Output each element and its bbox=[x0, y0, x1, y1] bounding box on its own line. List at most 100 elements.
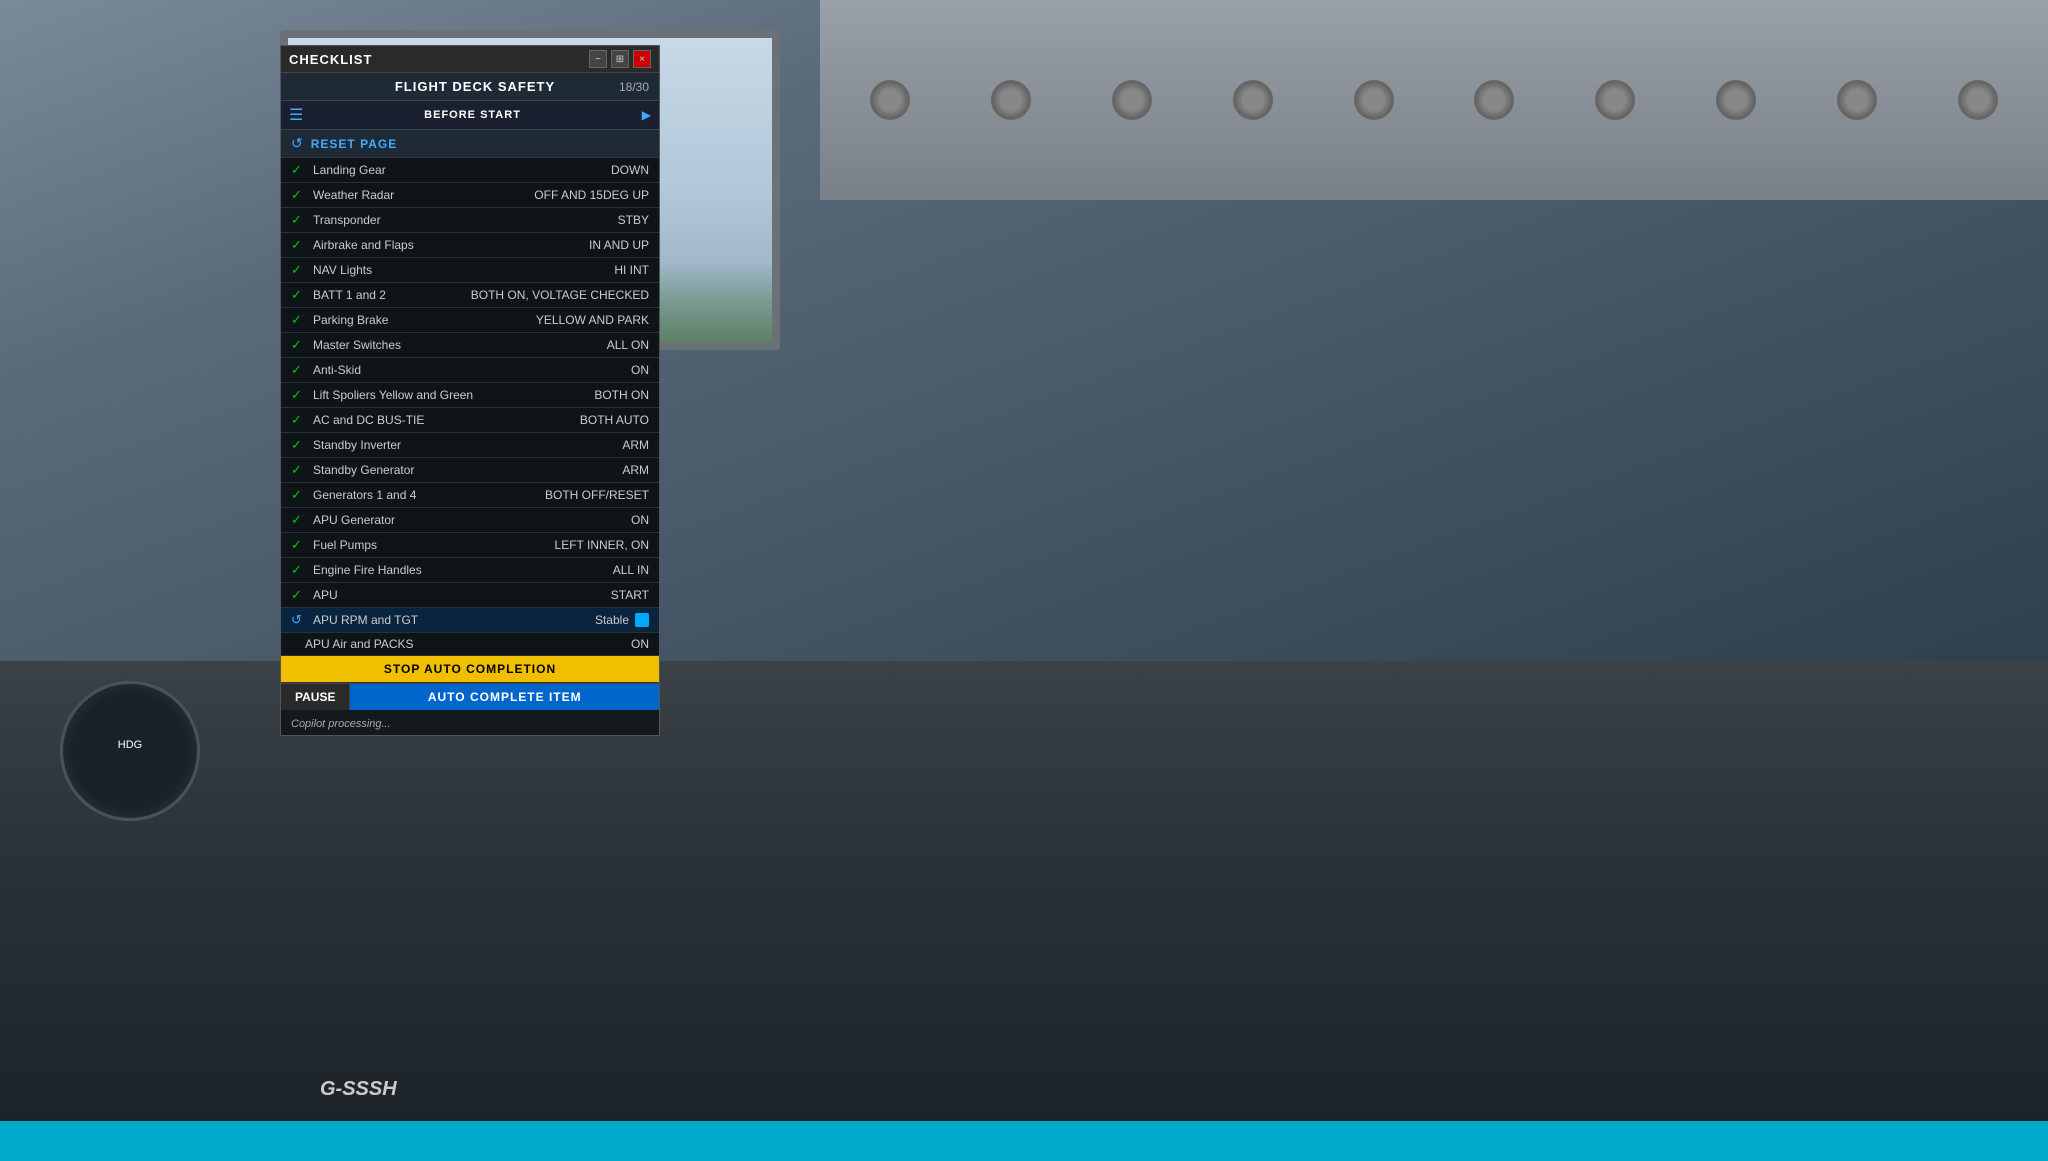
section-title: FLIGHT DECK SAFETY bbox=[395, 79, 555, 94]
item-name: Airbrake and Flaps bbox=[313, 238, 589, 252]
nav-next-icon[interactable]: ▶ bbox=[642, 108, 651, 122]
checklist-item[interactable]: ✓ Lift Spoliers Yellow and Green BOTH ON bbox=[281, 383, 659, 408]
item-value: IN AND UP bbox=[589, 238, 649, 252]
check-icon: ✓ bbox=[291, 362, 305, 378]
checklist-item[interactable]: ✓ Weather Radar OFF AND 15DEG UP bbox=[281, 183, 659, 208]
item-name: Anti-Skid bbox=[313, 363, 631, 377]
check-icon: ✓ bbox=[291, 162, 305, 178]
check-icon: ✓ bbox=[291, 187, 305, 203]
minimize-button[interactable]: − bbox=[589, 50, 607, 68]
check-icon: ✓ bbox=[291, 512, 305, 528]
checklist-item[interactable]: ✓ Master Switches ALL ON bbox=[281, 333, 659, 358]
gauge-hsi: HDG bbox=[60, 681, 200, 821]
item-value: HI INT bbox=[614, 263, 649, 277]
overhead-knob-5 bbox=[1354, 80, 1394, 120]
item-value: BOTH OFF/RESET bbox=[545, 488, 649, 502]
checklist-item[interactable]: ✓ Fuel Pumps LEFT INNER, ON bbox=[281, 533, 659, 558]
check-icon: ✓ bbox=[291, 537, 305, 553]
checklist-section-header: FLIGHT DECK SAFETY 18/30 bbox=[281, 73, 659, 101]
item-name: Standby Inverter bbox=[313, 438, 622, 452]
tail-number: G-SSSH bbox=[320, 1078, 397, 1101]
checklist-item[interactable]: ✓ Engine Fire Handles ALL IN bbox=[281, 558, 659, 583]
overhead-knob-8 bbox=[1716, 80, 1756, 120]
checklist-item[interactable]: ✓ NAV Lights HI INT bbox=[281, 258, 659, 283]
item-name: Landing Gear bbox=[313, 163, 611, 177]
active-indicator bbox=[635, 613, 649, 627]
checklist-item[interactable]: ✓ Airbrake and Flaps IN AND UP bbox=[281, 233, 659, 258]
item-value: ON bbox=[631, 637, 649, 651]
reset-page-row[interactable]: ↺ RESET PAGE bbox=[281, 130, 659, 158]
expand-button[interactable]: ⊞ bbox=[611, 50, 629, 68]
item-name: APU bbox=[313, 588, 611, 602]
checklist-item[interactable]: ✓ Transponder STBY bbox=[281, 208, 659, 233]
item-name: Fuel Pumps bbox=[313, 538, 555, 552]
stop-auto-completion-button[interactable]: STOP AUTO COMPLETION bbox=[281, 656, 659, 683]
check-icon: ✓ bbox=[291, 437, 305, 453]
item-value: ON bbox=[631, 513, 649, 527]
checklist-item-indent[interactable]: APU Air and PACKS ON bbox=[281, 633, 659, 656]
checklist-titlebar: CHECKLIST − ⊞ × bbox=[281, 46, 659, 73]
item-name: Generators 1 and 4 bbox=[313, 488, 545, 502]
overhead-knob-4 bbox=[1233, 80, 1273, 120]
item-value: LEFT INNER, ON bbox=[555, 538, 649, 552]
item-value: BOTH ON, VOLTAGE CHECKED bbox=[471, 288, 649, 302]
item-name: Lift Spoliers Yellow and Green bbox=[313, 388, 594, 402]
checklist-item[interactable]: ✓ Anti-Skid ON bbox=[281, 358, 659, 383]
checklist-nav-row: ☰ BEFORE START ▶ bbox=[281, 101, 659, 130]
item-value: Stable bbox=[595, 613, 629, 627]
overhead-knob-3 bbox=[1112, 80, 1152, 120]
checklist-item-active[interactable]: ↺ APU RPM and TGT Stable bbox=[281, 608, 659, 633]
item-value: ON bbox=[631, 363, 649, 377]
item-name: NAV Lights bbox=[313, 263, 614, 277]
overhead-panel bbox=[820, 0, 2048, 200]
item-value: ARM bbox=[622, 438, 649, 452]
checklist-item[interactable]: ✓ Generators 1 and 4 BOTH OFF/RESET bbox=[281, 483, 659, 508]
checklist-item[interactable]: ✓ Standby Inverter ARM bbox=[281, 433, 659, 458]
checklist-item[interactable]: ✓ APU Generator ON bbox=[281, 508, 659, 533]
auto-complete-button[interactable]: AUTO COMPLETE ITEM bbox=[350, 684, 659, 710]
item-name: Weather Radar bbox=[313, 188, 534, 202]
checklist-item[interactable]: ✓ Parking Brake YELLOW AND PARK bbox=[281, 308, 659, 333]
checklist-bottom-bar: PAUSE AUTO COMPLETE ITEM bbox=[281, 683, 659, 710]
checklist-title: CHECKLIST bbox=[289, 52, 372, 67]
item-name: Transponder bbox=[313, 213, 618, 227]
checklist-item[interactable]: ✓ Standby Generator ARM bbox=[281, 458, 659, 483]
bottom-bar-decoration bbox=[0, 1121, 2048, 1161]
check-icon: ✓ bbox=[291, 237, 305, 253]
check-icon: ✓ bbox=[291, 462, 305, 478]
item-name: Master Switches bbox=[313, 338, 607, 352]
checklist-item[interactable]: ✓ APU START bbox=[281, 583, 659, 608]
item-name: Engine Fire Handles bbox=[313, 563, 613, 577]
item-value: ALL ON bbox=[607, 338, 649, 352]
check-icon: ✓ bbox=[291, 262, 305, 278]
check-icon: ✓ bbox=[291, 562, 305, 578]
check-icon: ✓ bbox=[291, 387, 305, 403]
reset-label: RESET PAGE bbox=[311, 137, 397, 151]
check-icon: ✓ bbox=[291, 337, 305, 353]
menu-icon[interactable]: ☰ bbox=[289, 105, 303, 125]
overhead-knob-1 bbox=[870, 80, 910, 120]
item-name: APU RPM and TGT bbox=[313, 613, 595, 627]
nav-label: BEFORE START bbox=[424, 109, 521, 121]
pause-button[interactable]: PAUSE bbox=[281, 684, 350, 710]
titlebar-buttons: − ⊞ × bbox=[589, 50, 651, 68]
instrument-panel: ALT SPD VSI HDG bbox=[0, 661, 2048, 1161]
checklist-counter: 18/30 bbox=[619, 80, 649, 94]
copilot-status: Copilot processing... bbox=[281, 710, 659, 735]
item-value: DOWN bbox=[611, 163, 649, 177]
check-icon: ✓ bbox=[291, 312, 305, 328]
overhead-knob-2 bbox=[991, 80, 1031, 120]
item-value: OFF AND 15DEG UP bbox=[534, 188, 649, 202]
checklist-panel: CHECKLIST − ⊞ × FLIGHT DECK SAFETY 18/30… bbox=[280, 45, 660, 736]
auto-complete-label: AUTO COMPLETE ITEM bbox=[428, 690, 582, 704]
close-button[interactable]: × bbox=[633, 50, 651, 68]
checklist-item[interactable]: ✓ Landing Gear DOWN bbox=[281, 158, 659, 183]
check-icon: ✓ bbox=[291, 587, 305, 603]
overhead-knob-9 bbox=[1837, 80, 1877, 120]
checklist-item[interactable]: ✓ BATT 1 and 2 BOTH ON, VOLTAGE CHECKED bbox=[281, 283, 659, 308]
pause-label: PAUSE bbox=[295, 690, 335, 704]
refresh-icon: ↺ bbox=[291, 612, 305, 628]
item-name: AC and DC BUS-TIE bbox=[313, 413, 580, 427]
checklist-item[interactable]: ✓ AC and DC BUS-TIE BOTH AUTO bbox=[281, 408, 659, 433]
item-name: Standby Generator bbox=[313, 463, 622, 477]
